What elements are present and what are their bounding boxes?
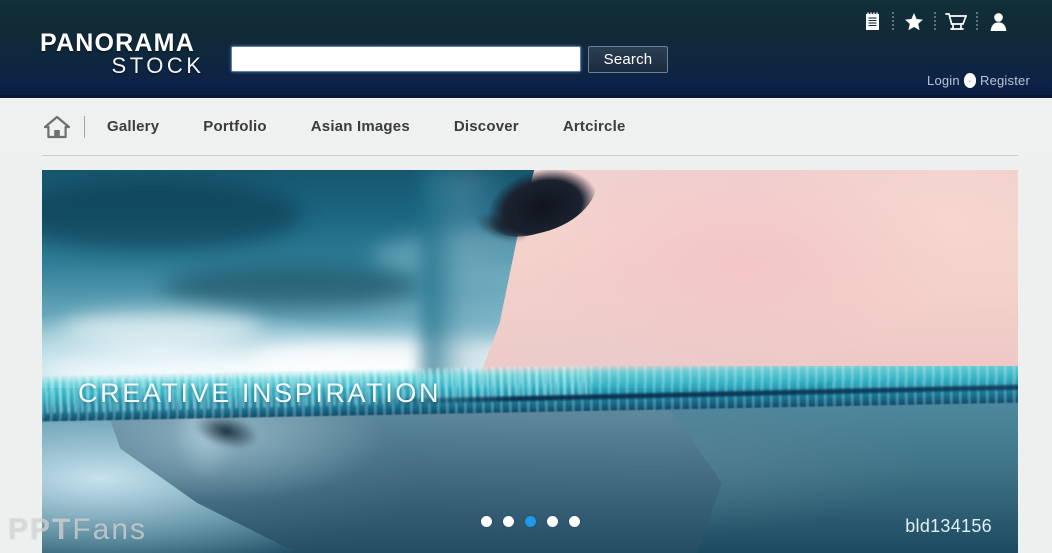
nav-item-asian-images[interactable]: Asian Images bbox=[311, 118, 410, 135]
site-logo[interactable]: PANORAMA STOCK bbox=[40, 30, 250, 77]
user-account-icon[interactable] bbox=[978, 8, 1018, 34]
lightbox-icon[interactable] bbox=[852, 8, 892, 34]
nav-item-artcircle[interactable]: Artcircle bbox=[563, 118, 626, 135]
shopping-cart-icon[interactable] bbox=[936, 8, 976, 34]
cloud-shape bbox=[62, 310, 262, 344]
nav-inner: Gallery Portfolio Asian Images Discover … bbox=[42, 98, 1018, 156]
hero-carousel[interactable]: CREATIVE INSPIRATION bld134156 bbox=[42, 170, 1018, 553]
nav-item-portfolio[interactable]: Portfolio bbox=[203, 118, 266, 135]
carousel-dots bbox=[42, 516, 1018, 527]
carousel-dot-5[interactable] bbox=[569, 516, 580, 527]
nav-divider bbox=[84, 116, 85, 138]
nav-item-gallery[interactable]: Gallery bbox=[107, 118, 159, 135]
carousel-dot-4[interactable] bbox=[547, 516, 558, 527]
site-header: PANORAMA STOCK Search bbox=[0, 0, 1052, 98]
account-links: Login · Register bbox=[927, 73, 1030, 88]
page-root: PANORAMA STOCK Search bbox=[0, 0, 1052, 553]
cloud-shape bbox=[42, 180, 302, 250]
logo-text-secondary: STOCK bbox=[40, 54, 250, 77]
carousel-dot-1[interactable] bbox=[481, 516, 492, 527]
favorites-star-icon[interactable] bbox=[894, 8, 934, 34]
search-button[interactable]: Search bbox=[588, 46, 668, 73]
register-link[interactable]: Register bbox=[980, 73, 1030, 88]
nav-item-discover[interactable]: Discover bbox=[454, 118, 519, 135]
home-icon[interactable] bbox=[42, 112, 72, 142]
carousel-dot-2[interactable] bbox=[503, 516, 514, 527]
login-link[interactable]: Login bbox=[927, 73, 960, 88]
account-separator: · bbox=[964, 73, 977, 88]
cloud-shape bbox=[162, 266, 422, 308]
carousel-dot-3[interactable] bbox=[525, 516, 536, 527]
search-form: Search bbox=[231, 46, 668, 73]
main-navigation: Gallery Portfolio Asian Images Discover … bbox=[0, 98, 1052, 158]
hero-caption: CREATIVE INSPIRATION bbox=[78, 378, 441, 409]
search-input[interactable] bbox=[231, 46, 581, 72]
header-icon-bar bbox=[852, 8, 1018, 34]
hero-image-id: bld134156 bbox=[905, 516, 992, 537]
